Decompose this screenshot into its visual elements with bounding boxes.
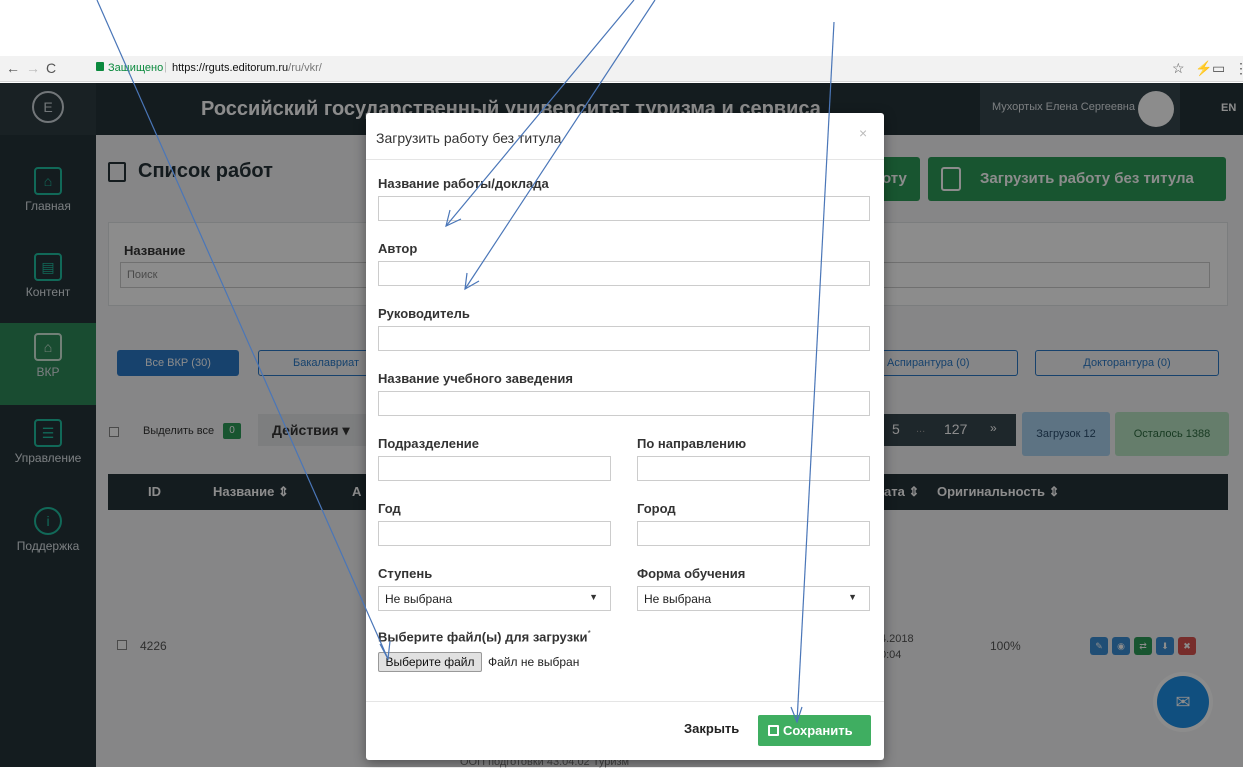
level-label: Ступень: [378, 566, 433, 581]
level-select-value: Не выбрана: [385, 592, 453, 606]
divider: [366, 159, 884, 160]
close-icon[interactable]: ×: [859, 125, 867, 141]
author-label: Автор: [378, 241, 418, 256]
institution-label: Название учебного заведения: [378, 371, 573, 386]
supervisor-input[interactable]: [378, 326, 870, 351]
back-icon[interactable]: ←: [6, 60, 20, 76]
secure-label: Защищено: [108, 62, 164, 74]
file-status: Файл не выбран: [488, 655, 580, 669]
save-button-label: Сохранить: [783, 723, 853, 738]
modal-title: Загрузить работу без титула: [376, 130, 562, 146]
choose-file-button[interactable]: Выберите файл: [378, 652, 482, 672]
study-form-select[interactable]: Не выбрана ▼: [637, 586, 870, 611]
url-path: /ru/vkr/: [288, 62, 322, 74]
level-select[interactable]: Не выбрана ▼: [378, 586, 611, 611]
city-label: Город: [637, 501, 676, 516]
chevron-down-icon: ▼: [589, 592, 598, 602]
browser-address-bar: ← → C Защищено | https://rguts.editorum.…: [0, 56, 1243, 82]
extension-icon[interactable]: ⚡: [1195, 60, 1212, 77]
forward-icon[interactable]: →: [26, 60, 40, 76]
reload-icon[interactable]: C: [46, 60, 56, 76]
file-label: Выберите файл(ы) для загрузки*: [378, 629, 591, 644]
star-icon[interactable]: ☆: [1172, 60, 1185, 77]
work-title-label: Название работы/доклада: [378, 176, 549, 191]
save-button[interactable]: Сохранить: [758, 715, 871, 746]
study-form-select-value: Не выбрана: [644, 592, 712, 606]
direction-input[interactable]: [637, 456, 870, 481]
institution-input[interactable]: [378, 391, 870, 416]
study-form-label: Форма обучения: [637, 566, 746, 581]
lock-icon: [96, 62, 104, 71]
floppy-icon: [768, 725, 779, 736]
url-separator: |: [164, 61, 167, 73]
year-label: Год: [378, 501, 401, 516]
top-margin-area: [0, 0, 1243, 56]
department-label: Подразделение: [378, 436, 480, 451]
direction-label: По направлению: [637, 436, 747, 451]
divider: [366, 701, 884, 702]
work-title-input[interactable]: [378, 196, 870, 221]
city-input[interactable]: [637, 521, 870, 546]
url-field[interactable]: https://rguts.editorum.ru/ru/vkr/: [172, 62, 322, 74]
menu-icon[interactable]: ⋮: [1234, 60, 1243, 77]
file-label-text: Выберите файл(ы) для загрузки: [378, 629, 588, 645]
year-input[interactable]: [378, 521, 611, 546]
supervisor-label: Руководитель: [378, 306, 470, 321]
url-host: https://rguts.editorum.ru: [172, 62, 289, 74]
upload-modal: Загрузить работу без титула × Название р…: [366, 113, 884, 760]
department-input[interactable]: [378, 456, 611, 481]
author-input[interactable]: [378, 261, 870, 286]
required-mark: *: [587, 629, 591, 638]
close-button[interactable]: Закрыть: [684, 721, 739, 736]
cast-icon[interactable]: ▭: [1212, 60, 1225, 77]
chevron-down-icon: ▼: [848, 592, 857, 602]
